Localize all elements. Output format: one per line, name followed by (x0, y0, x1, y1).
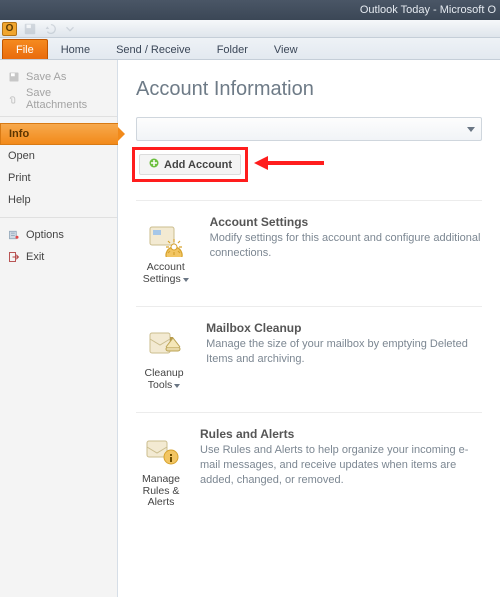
annotation-arrow-icon (254, 154, 324, 175)
page-title: Account Information (136, 78, 482, 101)
section-mailbox-cleanup: Cleanup Tools Mailbox Cleanup Manage the… (136, 306, 482, 412)
cleanup-tools-button[interactable]: Cleanup Tools (136, 321, 192, 394)
save-icon (8, 71, 20, 83)
tile-label: Account Settings (143, 261, 185, 285)
annotation-highlight: Add Account (132, 147, 248, 182)
qat-dropdown-icon[interactable] (63, 22, 77, 36)
account-settings-icon (144, 220, 188, 258)
add-account-label: Add Account (164, 159, 232, 171)
section-text: Account Settings Modify settings for thi… (210, 215, 482, 288)
sidebar-item-label: Info (9, 128, 29, 140)
section-text: Mailbox Cleanup Manage the size of your … (206, 321, 482, 394)
section-heading: Account Settings (210, 215, 482, 229)
cleanup-tools-icon (142, 326, 186, 364)
qat-save-icon[interactable] (23, 22, 37, 36)
add-account-button[interactable]: Add Account (139, 154, 241, 175)
sidebar-item-info[interactable]: Info (0, 123, 118, 145)
plus-icon (148, 157, 160, 172)
ribbon-tab-view[interactable]: View (261, 40, 311, 59)
options-icon (8, 229, 20, 241)
quick-access-toolbar: O (0, 20, 500, 38)
ribbon-tab-home[interactable]: Home (48, 40, 103, 59)
section-heading: Mailbox Cleanup (206, 321, 482, 335)
ribbon-tab-file[interactable]: File (2, 39, 48, 59)
sidebar-item-label: Save As (26, 71, 66, 83)
backstage-main: Account Information Add Account (118, 60, 500, 597)
account-settings-button[interactable]: Account Settings (136, 215, 196, 288)
chevron-down-icon (183, 278, 189, 282)
ribbon-tabs: File Home Send / Receive Folder View (0, 38, 500, 60)
sidebar-item-label: Save Attachments (26, 87, 109, 111)
outlook-app-icon: O (2, 22, 17, 36)
section-description: Use Rules and Alerts to help organize yo… (200, 443, 482, 488)
ribbon-tab-send-receive[interactable]: Send / Receive (103, 40, 204, 59)
chevron-down-icon (467, 127, 475, 132)
sidebar-item-label: Help (8, 194, 31, 206)
backstage-content: Save As Save Attachments Info Open Print… (0, 60, 500, 597)
manage-rules-alerts-button[interactable]: Manage Rules & Alerts (136, 427, 186, 512)
sidebar-item-label: Exit (26, 251, 44, 263)
sidebar-item-help[interactable]: Help (0, 189, 117, 211)
backstage-sidebar: Save As Save Attachments Info Open Print… (0, 60, 118, 597)
sidebar-item-label: Print (8, 172, 31, 184)
rules-alerts-icon (139, 432, 183, 470)
sidebar-item-open[interactable]: Open (0, 145, 117, 167)
sidebar-item-save-as: Save As (0, 66, 117, 88)
section-heading: Rules and Alerts (200, 427, 482, 441)
sidebar-item-exit[interactable]: Exit (0, 246, 117, 268)
ribbon-tab-folder[interactable]: Folder (204, 40, 261, 59)
section-description: Modify settings for this account and con… (210, 231, 482, 261)
section-rules-alerts: Manage Rules & Alerts Rules and Alerts U… (136, 412, 482, 530)
chevron-down-icon (174, 384, 180, 388)
sidebar-item-save-attachments: Save Attachments (0, 88, 117, 110)
sidebar-item-label: Options (26, 229, 64, 241)
section-account-settings: Account Settings Account Settings Modify… (136, 200, 482, 306)
attachment-icon (8, 93, 20, 105)
title-bar: Outlook Today - Microsoft O (0, 0, 500, 20)
account-selector-dropdown[interactable] (136, 117, 482, 141)
sidebar-item-label: Open (8, 150, 35, 162)
sidebar-item-options[interactable]: Options (0, 224, 117, 246)
section-text: Rules and Alerts Use Rules and Alerts to… (200, 427, 482, 512)
tile-label: Manage Rules & Alerts (142, 473, 180, 508)
exit-icon (8, 251, 20, 263)
section-description: Manage the size of your mailbox by empty… (206, 337, 482, 367)
window-title: Outlook Today - Microsoft O (360, 4, 496, 16)
sidebar-item-print[interactable]: Print (0, 167, 117, 189)
qat-undo-icon[interactable] (43, 22, 57, 36)
